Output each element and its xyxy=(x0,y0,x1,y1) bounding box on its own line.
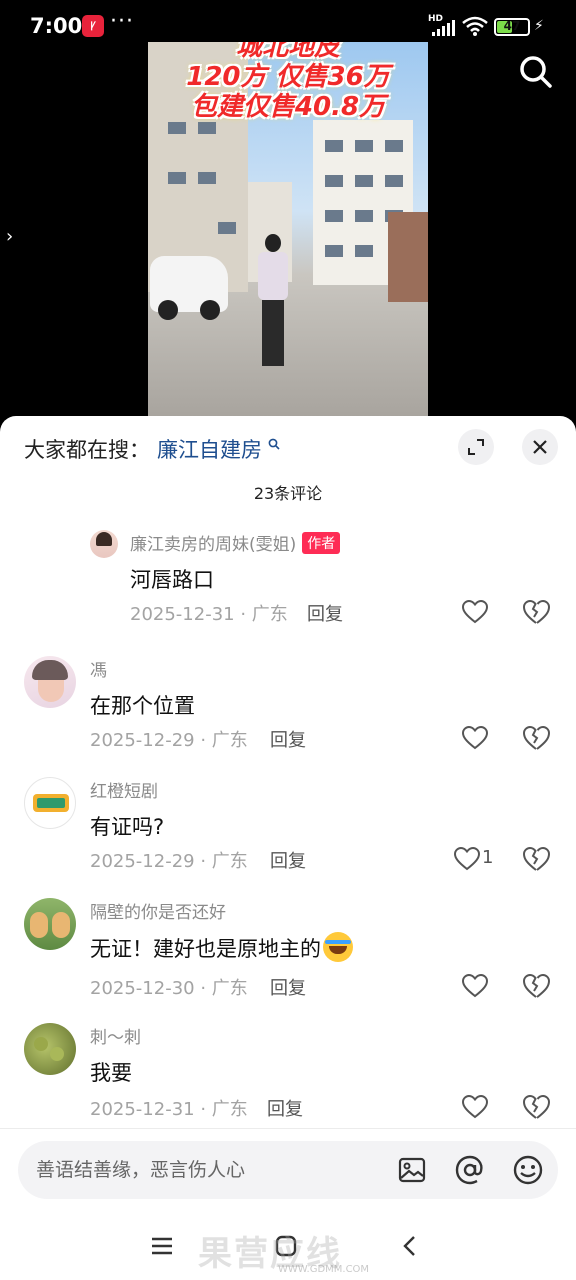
hot-search-link[interactable]: 廉江自建房 xyxy=(157,434,262,464)
laughing-crying-emoji-icon xyxy=(323,932,353,962)
comment-location: 广东 xyxy=(211,851,248,872)
avatar[interactable] xyxy=(24,777,76,829)
comment-date: 2025-12-29 xyxy=(90,851,195,872)
search-icon[interactable] xyxy=(514,50,558,94)
comment-date: 2025-12-31 xyxy=(130,604,235,625)
comment-text: 在那个位置 xyxy=(90,694,195,718)
charging-icon: ⚡ xyxy=(534,18,544,34)
comment-meta: 2025-12-30 · 广东 xyxy=(90,978,248,999)
reply-button[interactable]: 回复 xyxy=(270,974,306,1000)
comment-item: 馮 在那个位置 2025-12-29 · 广东 回复 xyxy=(0,652,576,762)
heart-icon xyxy=(462,726,488,750)
menu-nav-button[interactable] xyxy=(144,1228,180,1264)
menu-icon xyxy=(152,1237,172,1255)
back-nav-button[interactable] xyxy=(392,1228,428,1264)
chevron-right-icon[interactable]: › xyxy=(6,226,13,247)
comment-count: 23条评论 xyxy=(253,484,323,503)
hot-search-prefix: 大家都在搜： xyxy=(24,438,150,462)
like-count: 1 xyxy=(482,847,494,868)
heart-icon xyxy=(462,974,488,998)
comment-meta: 2025-12-29 · 广东 xyxy=(90,851,248,872)
app-notification-icon: Ꝩ xyxy=(82,15,104,37)
car-image xyxy=(150,256,228,320)
avatar[interactable] xyxy=(90,530,118,558)
broken-heart-icon[interactable] xyxy=(522,972,550,1000)
comment-username[interactable]: 刺～刺 xyxy=(90,1023,141,1048)
like-button[interactable] xyxy=(462,724,492,752)
watermark-url: WWW.GDMM.COM xyxy=(278,1264,370,1275)
back-chevron-icon xyxy=(403,1236,415,1256)
comment-input[interactable] xyxy=(36,1141,376,1199)
broken-heart-icon[interactable] xyxy=(522,845,550,873)
broken-heart-icon[interactable] xyxy=(522,598,550,626)
comment-date: 2025-12-30 xyxy=(90,978,195,999)
like-button[interactable] xyxy=(462,598,492,626)
signal-icon xyxy=(432,20,455,36)
comment-item: 红橙短剧 有证吗? 2025-12-29 · 广东 回复 1 xyxy=(0,773,576,883)
comment-meta: 2025-12-31 · 广东 xyxy=(130,604,288,625)
comment-location: 广东 xyxy=(211,1099,248,1120)
reply-button[interactable]: 回复 xyxy=(270,847,306,873)
close-button[interactable] xyxy=(522,429,558,465)
mention-icon[interactable] xyxy=(454,1154,486,1186)
comment-username[interactable]: 馮 xyxy=(90,656,107,681)
comment-location: 广东 xyxy=(211,730,248,751)
comment-location: 广东 xyxy=(211,978,248,999)
comment-date: 2025-12-29 xyxy=(90,730,195,751)
like-button[interactable] xyxy=(454,845,484,873)
comment-item: 隔壁的你是否还好 无证！建好也是原地主的 2025-12-30 · 广东 回复 xyxy=(0,894,576,1010)
heart-icon xyxy=(454,847,480,871)
comment-meta: 2025-12-29 · 广东 xyxy=(90,730,248,751)
battery-level: 47 xyxy=(503,19,521,33)
avatar[interactable] xyxy=(24,898,76,950)
close-icon xyxy=(533,440,547,454)
video-player[interactable]: 城北地皮 120方 仅售36万 包建仅售40.8万 › xyxy=(0,42,576,418)
comment-text: 无证！建好也是原地主的 xyxy=(90,932,353,963)
reply-button[interactable]: 回复 xyxy=(270,726,306,752)
reply-button[interactable]: 回复 xyxy=(267,1095,303,1121)
comment-item: 廉江卖房的周妹(雯姐) 作者 河唇路口 2025-12-31 · 广东 回复 xyxy=(0,526,576,638)
comment-item: 刺～刺 我要 2025-12-31 · 广东 回复 xyxy=(0,1021,576,1129)
reply-button[interactable]: 回复 xyxy=(307,600,343,626)
search-small-icon[interactable] xyxy=(268,438,280,450)
like-button[interactable] xyxy=(462,1093,492,1121)
like-button[interactable] xyxy=(462,972,492,1000)
presenter-image xyxy=(256,234,290,370)
comment-text-content: 无证！建好也是原地主的 xyxy=(90,937,321,961)
comment-text: 我要 xyxy=(90,1061,132,1085)
comment-text: 有证吗? xyxy=(90,815,165,839)
video-frame[interactable]: 城北地皮 120方 仅售36万 包建仅售40.8万 xyxy=(148,42,428,418)
heart-icon xyxy=(462,600,488,624)
comment-input-bar xyxy=(0,1128,576,1212)
heart-icon xyxy=(462,1095,488,1119)
status-time: 7:00 xyxy=(30,14,83,38)
avatar[interactable] xyxy=(24,1023,76,1075)
comment-date: 2025-12-31 xyxy=(90,1099,195,1120)
wifi-icon xyxy=(462,16,488,36)
emoji-icon[interactable] xyxy=(512,1154,544,1186)
video-caption-line-3: 包建仅售40.8万 xyxy=(190,92,386,122)
sheet-header: 大家都在搜： 廉江自建房 23条评论 xyxy=(0,416,576,503)
comment-username[interactable]: 廉江卖房的周妹(雯姐) 作者 xyxy=(130,530,341,555)
avatar[interactable] xyxy=(24,656,76,708)
comment-username[interactable]: 隔壁的你是否还好 xyxy=(90,898,226,923)
author-tag: 作者 xyxy=(302,532,341,554)
comment-meta: 2025-12-31 · 广东 xyxy=(90,1099,248,1120)
broken-heart-icon[interactable] xyxy=(522,724,550,752)
expand-icon xyxy=(468,439,484,455)
username-text: 廉江卖房的周妹(雯姐) xyxy=(130,535,297,555)
battery-icon: 47 xyxy=(494,18,530,36)
comment-input-box[interactable] xyxy=(18,1141,558,1199)
brick-wall-image xyxy=(388,212,428,302)
comment-location: 广东 xyxy=(251,604,288,625)
comment-username[interactable]: 红橙短剧 xyxy=(90,777,158,802)
broken-heart-icon[interactable] xyxy=(522,1093,550,1121)
image-icon[interactable] xyxy=(396,1154,428,1186)
expand-button[interactable] xyxy=(458,429,494,465)
comment-text: 河唇路口 xyxy=(130,568,214,592)
more-notifications-icon: ··· xyxy=(110,9,134,34)
